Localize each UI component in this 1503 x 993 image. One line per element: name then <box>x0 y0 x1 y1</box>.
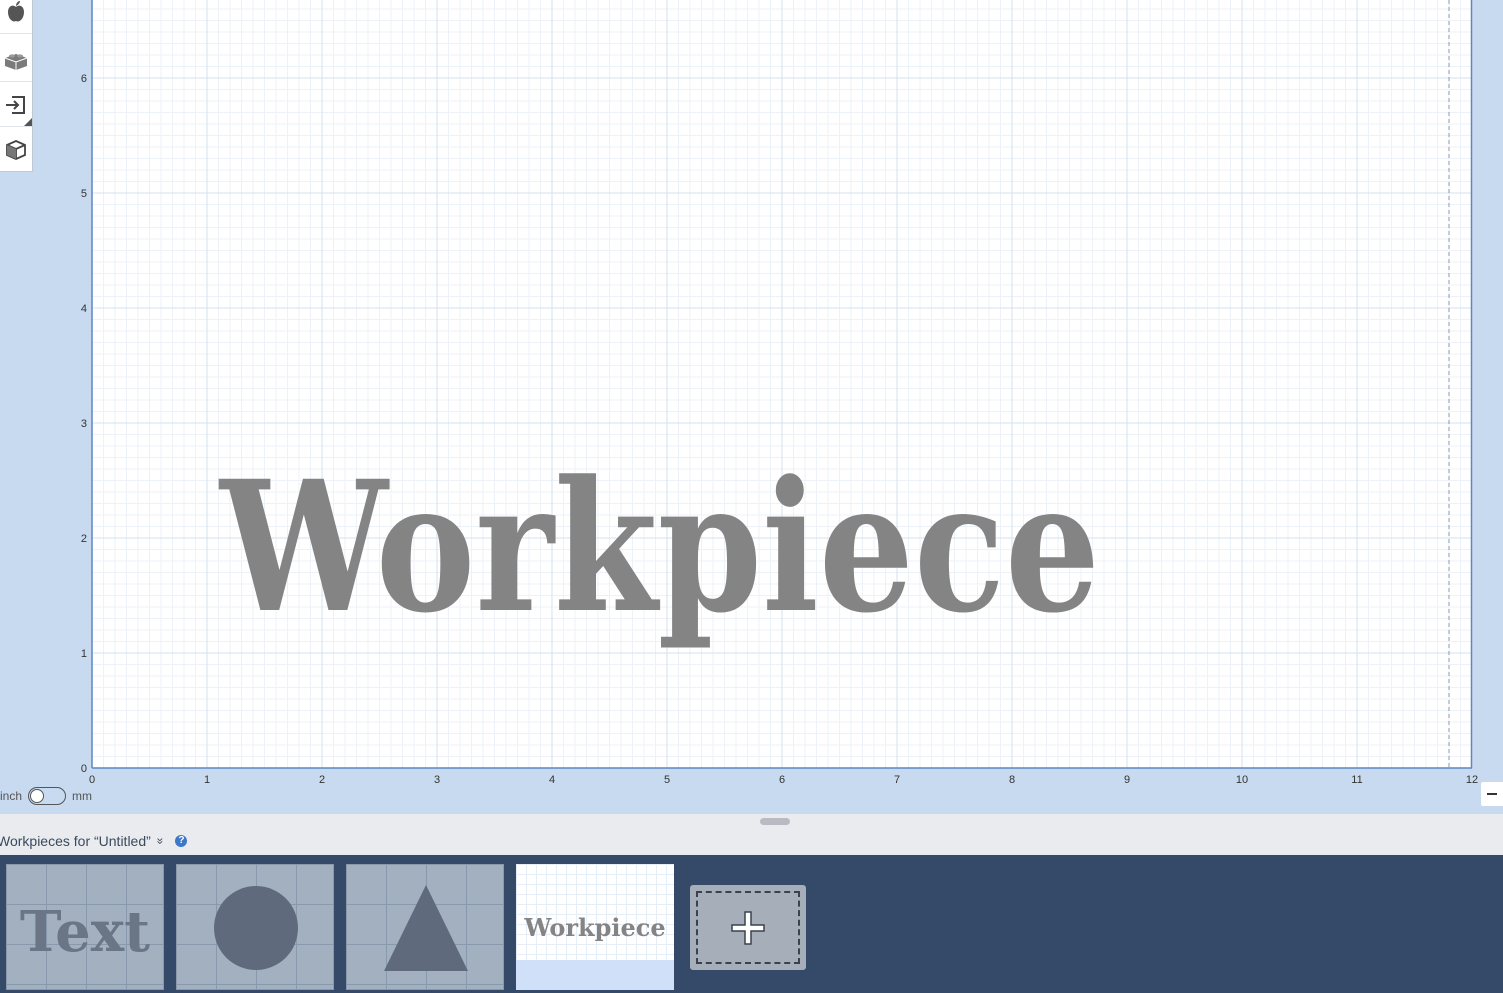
x-tick-label: 5 <box>664 774 670 786</box>
y-tick-label: 0 <box>81 763 87 775</box>
minus-icon <box>1487 793 1497 795</box>
thumbnail-text[interactable]: Text <box>6 864 164 990</box>
thumbnail-circle[interactable] <box>176 864 334 990</box>
unit-label-mm: mm <box>72 789 93 803</box>
thumbnail-workpiece-label: Workpiece <box>524 913 666 942</box>
import-icon <box>6 95 25 114</box>
unit-switch[interactable] <box>28 787 67 805</box>
thumbnail-selected-stripe <box>516 960 674 990</box>
switch-knob <box>30 789 45 803</box>
splitter-grip[interactable] <box>760 818 790 825</box>
x-tick-label: 2 <box>319 774 325 786</box>
workpiece-text[interactable]: Workpiece <box>218 442 1100 653</box>
y-axis-labels: 0 1 2 3 4 5 6 <box>81 73 87 775</box>
x-axis-labels: 0 1 2 3 4 5 6 7 8 9 10 11 12 <box>89 774 1478 786</box>
3d-box-icon <box>6 140 26 160</box>
add-button-dashed-frame <box>696 891 800 964</box>
chevron-down-icon[interactable]: » <box>153 837 167 844</box>
lego-tool[interactable] <box>0 38 32 82</box>
lego-brick-icon <box>4 53 28 70</box>
unit-toggle[interactable]: inch mm <box>0 786 92 806</box>
x-tick-label: 7 <box>894 774 900 786</box>
x-tick-label: 3 <box>434 774 440 786</box>
x-tick-label: 4 <box>549 774 555 786</box>
import-tool[interactable] <box>0 83 32 127</box>
circle-shape-icon <box>214 886 298 970</box>
design-canvas[interactable]: 0 1 2 3 4 5 6 7 8 9 10 11 12 0123456 Workpiece <box>0 0 1503 814</box>
panel-title: Workpieces for “Untitled” <box>0 832 151 849</box>
3d-tool[interactable] <box>0 128 32 172</box>
panel-splitter[interactable] <box>0 814 1503 826</box>
corner-flyout-icon <box>24 118 32 126</box>
workpieces-panel-header: Workpieces for “Untitled” » ? <box>0 826 1503 855</box>
x-tick-label: 6 <box>779 774 785 786</box>
help-icon[interactable]: ? <box>175 834 188 847</box>
unit-label-inch: inch <box>0 789 23 803</box>
x-tick-label: 8 <box>1009 774 1015 786</box>
grid-svg[interactable]: 0 1 2 3 4 5 6 7 8 9 10 11 12 0123456 Workpiece <box>0 0 1503 814</box>
add-workpiece-button[interactable] <box>690 885 806 970</box>
x-tick-label: 9 <box>1124 774 1130 786</box>
y-tick-label: 4 <box>81 303 87 315</box>
x-tick-label: 10 <box>1236 774 1248 786</box>
y-tick-label: 1 <box>81 648 87 660</box>
y-tick-label: 2 <box>81 533 87 545</box>
x-tick-label: 12 <box>1466 774 1478 786</box>
thumbnail-triangle[interactable] <box>346 864 504 990</box>
apple-tool[interactable] <box>0 0 32 34</box>
thumbnail-text-label: Text <box>19 899 151 965</box>
zoom-out-button[interactable] <box>1481 782 1503 806</box>
x-tick-label: 0 <box>89 774 95 786</box>
y-tick-label: 6 <box>81 73 87 85</box>
plus-icon <box>731 910 765 945</box>
x-tick-label: 11 <box>1351 774 1362 786</box>
y-tick-label: 3 <box>81 418 87 430</box>
workpieces-tray: Text Workpiece <box>0 855 1503 993</box>
apple-icon <box>8 0 24 21</box>
y-tick-label: 5 <box>81 188 87 200</box>
thumbnail-workpiece[interactable]: Workpiece <box>516 864 674 990</box>
triangle-shape-icon <box>384 885 468 971</box>
x-tick-label: 1 <box>204 774 210 786</box>
left-toolbar <box>0 0 33 172</box>
